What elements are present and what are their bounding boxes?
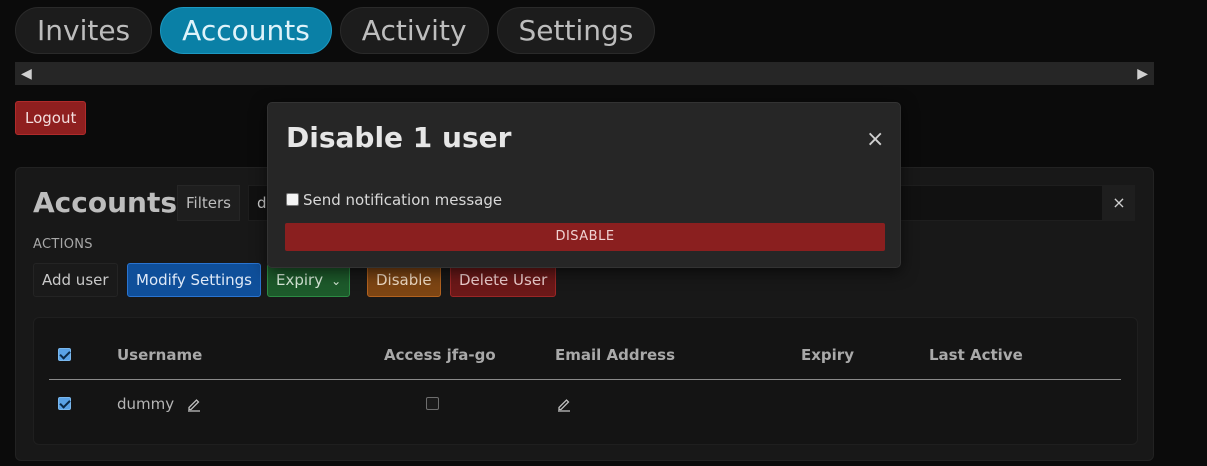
- header-access-jfa-go[interactable]: Access jfa-go: [384, 346, 496, 364]
- header-email-address[interactable]: Email Address: [555, 346, 675, 364]
- tab-settings[interactable]: Settings: [496, 7, 656, 54]
- accounts-title: Accounts: [33, 186, 178, 219]
- expiry-label: Expiry: [276, 271, 324, 289]
- edit-email-icon[interactable]: [556, 396, 572, 412]
- row-select-checkbox[interactable]: [58, 397, 71, 410]
- scroll-left-icon[interactable]: ◀: [21, 66, 32, 82]
- delete-user-button[interactable]: Delete User: [450, 263, 557, 297]
- logout-button[interactable]: Logout: [15, 101, 87, 135]
- disable-button[interactable]: Disable: [367, 263, 441, 297]
- tab-bar: Invites Accounts Activity Settings: [15, 7, 656, 54]
- add-user-button[interactable]: Add user: [33, 263, 118, 297]
- accounts-table: Username Access jfa-go Email Address Exp…: [33, 317, 1138, 445]
- select-all-checkbox[interactable]: [58, 348, 71, 361]
- disable-user-modal: Disable 1 user × Send notification messa…: [267, 102, 901, 268]
- tab-accounts[interactable]: Accounts: [160, 7, 332, 54]
- expiry-button[interactable]: Expiry ⌄: [267, 263, 351, 297]
- modify-settings-button[interactable]: Modify Settings: [127, 263, 261, 297]
- actions-label: ACTIONS: [33, 237, 93, 252]
- table-divider: [49, 379, 1121, 380]
- modal-title: Disable 1 user: [286, 121, 512, 154]
- send-notification-label[interactable]: Send notification message: [303, 191, 502, 209]
- scroll-right-icon[interactable]: ▶: [1137, 66, 1148, 82]
- confirm-disable-button[interactable]: DISABLE: [285, 223, 885, 251]
- header-expiry[interactable]: Expiry: [801, 346, 854, 364]
- header-username[interactable]: Username: [117, 346, 202, 364]
- search-clear-icon[interactable]: ×: [1103, 185, 1135, 221]
- filters-button[interactable]: Filters: [177, 185, 240, 221]
- tab-activity[interactable]: Activity: [339, 7, 489, 54]
- close-icon[interactable]: ×: [866, 129, 884, 151]
- header-last-active[interactable]: Last Active: [929, 346, 1023, 364]
- row-username: dummy: [117, 395, 175, 413]
- send-notification-checkbox[interactable]: [286, 193, 299, 206]
- tab-invites[interactable]: Invites: [15, 7, 153, 54]
- tab-scrollbar[interactable]: ◀ ▶: [15, 62, 1154, 85]
- chevron-down-icon: ⌄: [331, 274, 342, 288]
- edit-username-icon[interactable]: [186, 396, 202, 412]
- access-jfa-go-checkbox[interactable]: [426, 397, 439, 410]
